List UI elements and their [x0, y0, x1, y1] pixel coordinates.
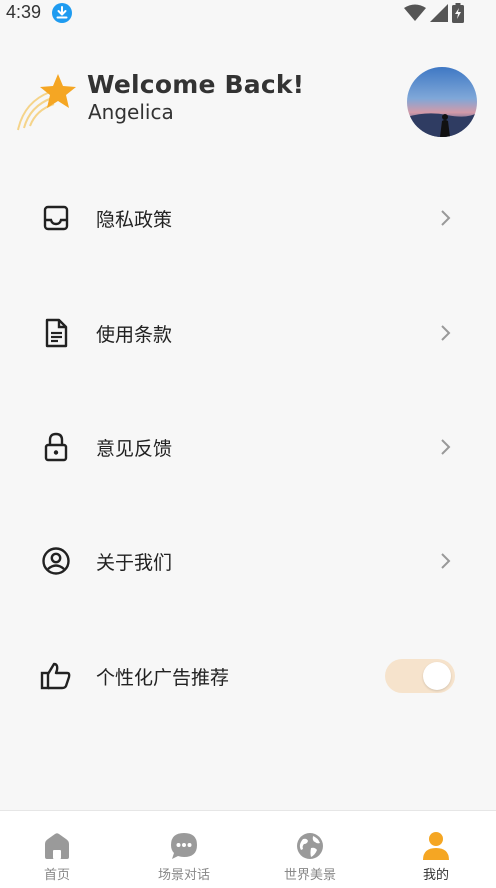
- inbox-icon: [40, 202, 72, 234]
- thumbs-up-icon: [40, 660, 72, 692]
- globe-icon: [297, 833, 323, 859]
- lock-icon: [40, 431, 72, 463]
- menu-label: 关于我们: [96, 551, 173, 574]
- tab-label: 世界美景: [283, 868, 336, 883]
- wifi-icon: [404, 4, 426, 21]
- battery-charging-icon: [452, 3, 464, 23]
- menu-label: 使用条款: [96, 323, 173, 346]
- chevron-right-icon: [441, 439, 451, 455]
- menu-item-about-us[interactable]: 关于我们: [0, 526, 496, 596]
- status-time: 4:39: [6, 2, 42, 22]
- chevron-right-icon: [441, 210, 451, 226]
- chevron-right-icon: [441, 325, 451, 341]
- person-icon: [423, 832, 449, 860]
- menu-item-privacy-policy[interactable]: 隐私政策: [0, 183, 496, 253]
- tab-scene-dialogue[interactable]: 场景对话: [122, 811, 246, 888]
- menu-label: 个性化广告推荐: [96, 666, 230, 689]
- home-icon: [45, 833, 69, 859]
- document-icon: [40, 317, 72, 349]
- tab-label: 首页: [43, 868, 70, 883]
- personalized-ads-toggle[interactable]: [385, 659, 455, 693]
- bottom-tab-bar: 首页 场景对话 世界美景 我的: [0, 810, 496, 888]
- tab-home[interactable]: 首页: [0, 811, 119, 888]
- username: Angelica: [88, 100, 174, 124]
- avatar-image: [407, 67, 477, 137]
- menu-item-terms-of-use[interactable]: 使用条款: [0, 298, 496, 368]
- menu-item-personalized-ads: 个性化广告推荐: [0, 641, 496, 711]
- tab-world-scenery[interactable]: 世界美景: [248, 811, 372, 888]
- profile-header: Welcome Back! Angelica: [0, 60, 496, 150]
- account-circle-icon: [40, 545, 72, 577]
- shooting-star-icon: [17, 74, 76, 131]
- status-bar: 4:39: [0, 0, 496, 28]
- signal-icon: [430, 4, 448, 22]
- tab-profile[interactable]: 我的: [374, 811, 496, 888]
- menu-label: 意见反馈: [96, 437, 173, 460]
- menu-item-feedback[interactable]: 意见反馈: [0, 412, 496, 482]
- user-avatar[interactable]: [407, 67, 477, 137]
- tab-label: 我的: [422, 868, 449, 883]
- chevron-right-icon: [441, 553, 451, 569]
- toggle-knob: [423, 662, 451, 690]
- menu-label: 隐私政策: [96, 208, 173, 231]
- welcome-title: Welcome Back!: [87, 70, 305, 99]
- tab-label: 场景对话: [157, 868, 210, 883]
- chat-bubble-icon: [171, 833, 197, 859]
- download-icon: [52, 3, 72, 23]
